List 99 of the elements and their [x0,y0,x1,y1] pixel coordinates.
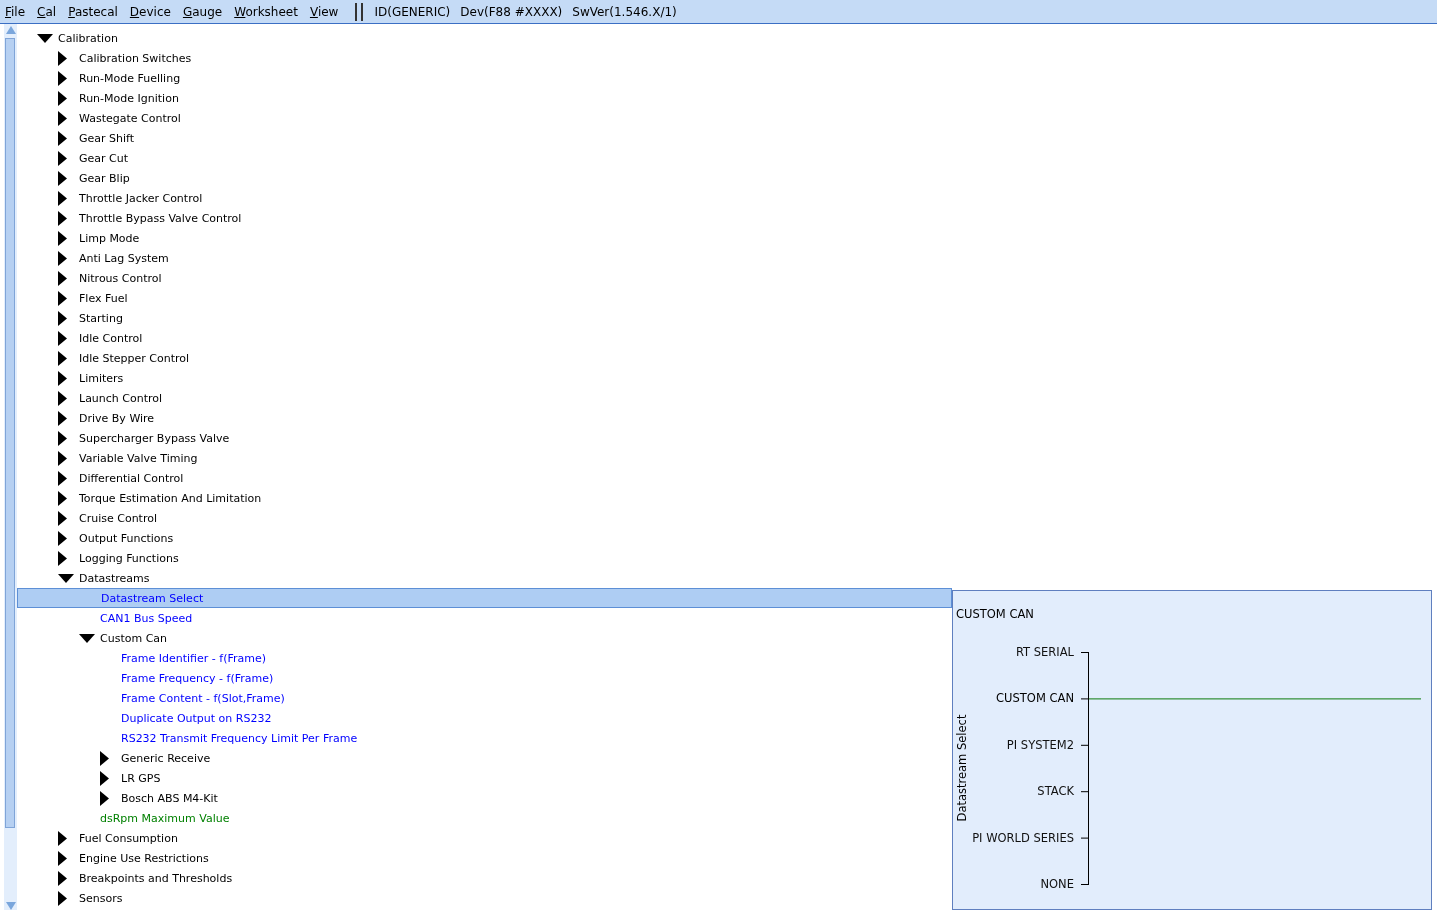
menu-item[interactable]: Device [124,4,178,19]
tree-item[interactable]: Anti Lag System [17,248,952,268]
tree-item[interactable]: RS232 Transmit Frequency Limit Per Frame [17,728,952,748]
tree-item[interactable]: Engine Use Restrictions [17,848,952,868]
tree-item[interactable]: Frame Frequency - f(Frame) [17,668,952,688]
caret-right-icon[interactable] [58,470,67,486]
tree-item[interactable]: Generic Receive [17,748,952,768]
caret-down-icon[interactable] [79,633,95,643]
tree-item[interactable]: Variable Valve Timing [17,448,952,468]
menu-item[interactable]: Worksheet [229,4,305,19]
tree-item[interactable]: Datastreams [17,568,952,588]
caret-right-icon[interactable] [58,550,67,566]
tree-item[interactable]: Custom Can [17,628,952,648]
caret-right-icon[interactable] [58,530,67,546]
tree-item[interactable]: Calibration [17,28,952,48]
tree-item[interactable]: Bosch ABS M4-Kit [17,788,952,808]
tree-item[interactable]: Idle Stepper Control [17,348,952,368]
tree-item[interactable]: Sensors [17,888,952,908]
axis-title: Datastream Select [955,714,969,822]
tree-item[interactable]: Run-Mode Fuelling [17,68,952,88]
tree-item[interactable]: Flex Fuel [17,288,952,308]
tree-item[interactable]: Calibration Switches [17,48,952,68]
caret-down-icon[interactable] [37,33,53,43]
caret-right-icon[interactable] [58,430,67,446]
caret-right-icon[interactable] [58,190,67,206]
tree-item[interactable]: Frame Identifier - f(Frame) [17,648,952,668]
axis-label: PI WORLD SERIES [972,830,1074,845]
tree-item[interactable]: Output Functions [17,528,952,548]
tree-item[interactable]: Gear Blip [17,168,952,188]
caret-right-icon[interactable] [100,770,109,786]
caret-right-icon[interactable] [58,350,67,366]
caret-right-icon[interactable] [58,490,67,506]
caret-right-icon[interactable] [58,830,67,846]
caret-right-icon[interactable] [58,270,67,286]
caret-right-icon[interactable] [58,130,67,146]
caret-right-icon[interactable] [58,110,67,126]
tree-item[interactable]: Starting [17,308,952,328]
tree-item[interactable]: Idle Control [17,328,952,348]
caret-right-icon[interactable] [100,750,109,766]
menu-item[interactable]: Gauge [177,4,230,19]
caret-right-icon[interactable] [58,890,67,906]
tree-item[interactable]: Frame Content - f(Slot,Frame) [17,688,952,708]
caret-right-icon[interactable] [58,150,67,166]
caret-right-icon[interactable] [58,330,67,346]
menu-item[interactable]: View [304,4,346,19]
tree-item[interactable]: Duplicate Output on RS232 [17,708,952,728]
tree-item[interactable]: Limiters [17,368,952,388]
menu-item[interactable]: File [0,4,33,19]
caret-right-icon[interactable] [58,870,67,886]
tree-item[interactable]: Supercharger Bypass Valve [17,428,952,448]
tree-item[interactable]: Logging Functions [17,548,952,568]
tree-item[interactable]: LR GPS [17,768,952,788]
axis-label: RT SERIAL [1015,645,1074,659]
caret-right-icon[interactable] [58,210,67,226]
tree-item[interactable]: dsRpm Maximum Value [17,808,952,828]
tree-item[interactable]: Gear Cut [17,148,952,168]
tree-item[interactable]: Fuel Consumption [17,828,952,848]
tree-item[interactable]: Run-Mode Ignition [17,88,952,108]
tree-item[interactable]: Launch Control [17,388,952,408]
caret-right-icon[interactable] [58,310,67,326]
tree-item[interactable]: Throttle Bypass Valve Control [17,208,952,228]
tree-item[interactable]: Breakpoints and Thresholds [17,868,952,888]
tree-item[interactable]: Throttle Jacker Control [17,188,952,208]
status-text: Dev(F88 #XXXX) [459,4,564,19]
tree-item[interactable]: Limp Mode [17,228,952,248]
axis-label: NONE [1040,877,1074,891]
tree-item[interactable]: Wastegate Control [17,108,952,128]
caret-right-icon[interactable] [58,230,67,246]
caret-right-icon[interactable] [58,410,67,426]
caret-right-icon[interactable] [58,390,67,406]
caret-right-icon[interactable] [58,510,67,526]
caret-right-icon[interactable] [58,250,67,266]
caret-right-icon[interactable] [58,70,67,86]
caret-right-icon[interactable] [100,790,109,806]
axis-label: CUSTOM CAN [996,691,1074,706]
tree-item[interactable]: CAN1 Bus Speed [17,608,952,628]
caret-down-icon[interactable] [58,573,74,583]
tree-item[interactable]: Differential Control [17,468,952,488]
menu-item[interactable]: Pastecal [63,4,125,19]
tree-item[interactable]: Nitrous Control [17,268,952,288]
menu-separator [355,2,364,21]
status-text: ID(GENERIC) [373,4,452,19]
caret-right-icon[interactable] [58,90,67,106]
caret-right-icon[interactable] [58,290,67,306]
tree-item[interactable]: Drive By Wire [17,408,952,428]
caret-right-icon[interactable] [58,370,67,386]
tree-item[interactable]: Cruise Control [17,508,952,528]
caret-right-icon[interactable] [58,170,67,186]
axis-label: STACK [1037,784,1074,799]
axis-label: PI SYSTEM2 [1006,737,1074,752]
menu-item[interactable]: Cal [32,4,64,19]
current-value: CUSTOM CAN [956,607,1034,621]
caret-right-icon[interactable] [58,850,67,866]
tree-item[interactable]: Gear Shift [17,128,952,148]
tree-item[interactable]: Datastream Select [17,588,952,608]
caret-right-icon[interactable] [58,450,67,466]
caret-right-icon[interactable] [58,50,67,66]
tree-item[interactable]: Torque Estimation And Limitation [17,488,952,508]
status-text: SwVer(1.546.X/1) [571,4,678,19]
